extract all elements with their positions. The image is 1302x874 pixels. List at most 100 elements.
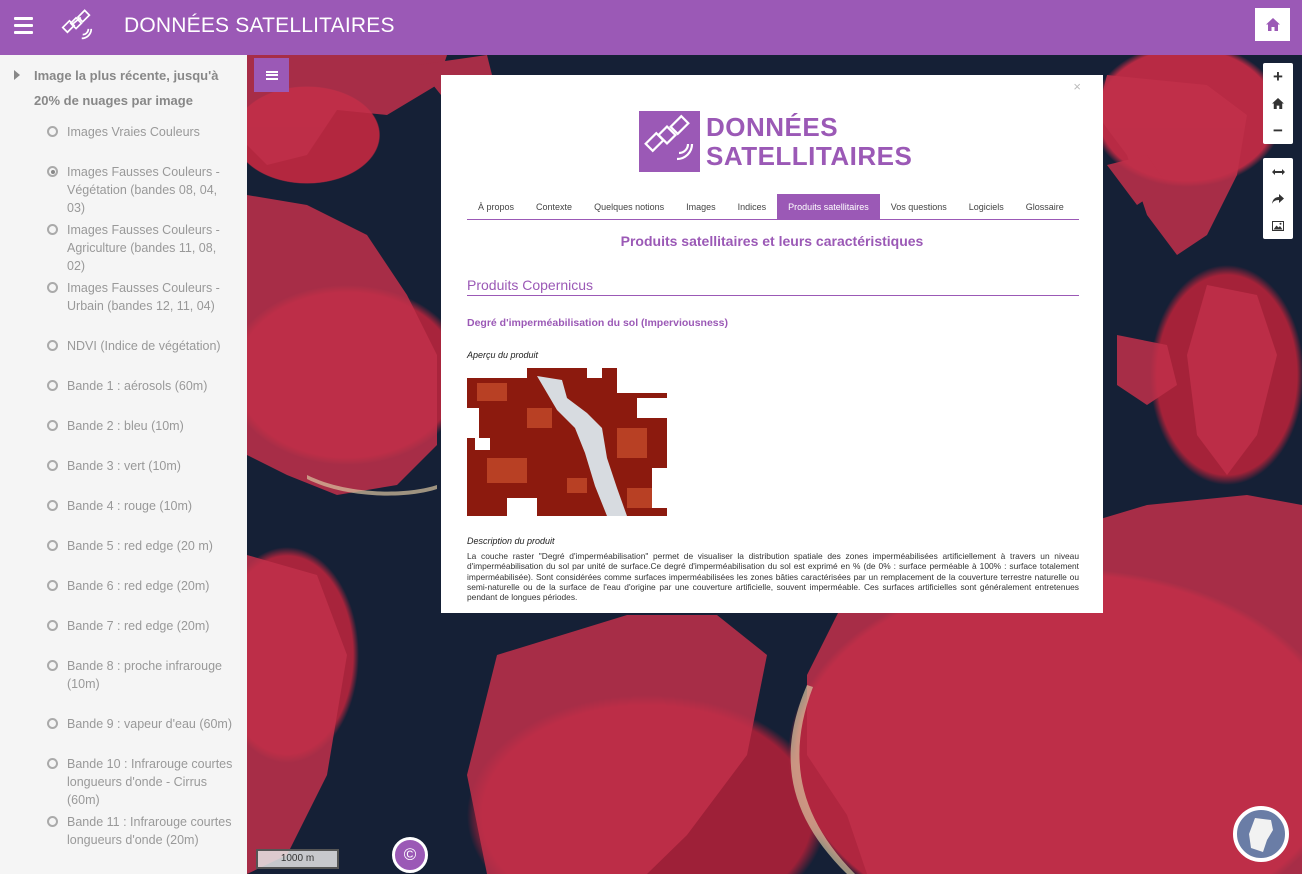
radio-icon[interactable] xyxy=(47,126,58,137)
product-preview-image xyxy=(467,368,667,516)
image-icon xyxy=(1272,220,1284,231)
radio-icon[interactable] xyxy=(47,340,58,351)
layer-sidebar: Image la plus récente, jusqu'à 20% de nu… xyxy=(0,55,247,874)
layer-group-header[interactable]: Image la plus récente, jusqu'à 20% de nu… xyxy=(0,55,247,113)
layer-item[interactable]: Images Fausses Couleurs - Végétation (ba… xyxy=(0,159,247,217)
layer-item[interactable]: NDVI (Indice de végétation) xyxy=(0,333,247,373)
layer-item[interactable]: Bande 8 : proche infrarouge (10m) xyxy=(0,653,247,711)
tab-0[interactable]: À propos xyxy=(467,194,525,219)
share-arrow-icon xyxy=(1272,193,1284,204)
tab-2[interactable]: Quelques notions xyxy=(583,194,675,219)
zoom-in-button[interactable]: + xyxy=(1263,63,1293,90)
zoom-home-button[interactable] xyxy=(1263,90,1293,117)
globe-icon xyxy=(1249,818,1273,852)
modal-heading: Produits satellitaires et leurs caractér… xyxy=(620,233,924,249)
layer-item-label: Bande 10 : Infrarouge courtes longueurs … xyxy=(67,757,233,807)
layer-item[interactable]: Images Fausses Couleurs - Urbain (bandes… xyxy=(0,275,247,333)
product-description: La couche raster "Degré d'imperméabilisa… xyxy=(467,551,1079,603)
map-tools-control xyxy=(1263,158,1293,239)
tab-8[interactable]: Glossaire xyxy=(1015,194,1075,219)
zoom-out-button[interactable]: − xyxy=(1263,117,1293,144)
scale-bar: 1000 m xyxy=(256,849,339,869)
layer-item-label: Bande 9 : vapeur d'eau (60m) xyxy=(67,717,232,731)
measure-distance-button[interactable] xyxy=(1263,158,1293,185)
modal-tabs: À propos Contexte Quelques notions Images In… xyxy=(467,194,1079,220)
list-icon xyxy=(265,69,278,81)
export-image-button[interactable] xyxy=(1263,212,1293,239)
radio-icon[interactable] xyxy=(47,500,58,511)
radio-icon[interactable] xyxy=(47,224,58,235)
layer-list: Images Vraies Couleurs Images Fausses Cou… xyxy=(0,113,247,867)
satellite-logo-icon xyxy=(639,111,700,172)
layer-item[interactable]: Bande 2 : bleu (10m) xyxy=(0,413,247,453)
layer-item[interactable]: Bande 9 : vapeur d'eau (60m) xyxy=(0,711,247,751)
radio-icon[interactable] xyxy=(47,460,58,471)
layer-item[interactable]: Bande 10 : Infrarouge courtes longueurs … xyxy=(0,751,247,809)
radio-icon[interactable] xyxy=(47,380,58,391)
layer-item-label: Bande 11 : Infrarouge courtes longueurs … xyxy=(67,815,232,847)
app-header: DONNÉES SATELLITAIRES xyxy=(0,0,1302,55)
layer-item-label: Bande 1 : aérosols (60m) xyxy=(67,379,208,393)
layer-item[interactable]: Bande 3 : vert (10m) xyxy=(0,453,247,493)
section-heading: Produits Copernicus xyxy=(467,277,1079,296)
layer-item-label: Images Fausses Couleurs - Végétation (ba… xyxy=(67,165,220,215)
double-arrow-icon xyxy=(1271,168,1285,175)
share-button[interactable] xyxy=(1263,185,1293,212)
tab-1[interactable]: Contexte xyxy=(525,194,583,219)
layer-item[interactable]: Images Fausses Couleurs - Agriculture (b… xyxy=(0,217,247,275)
satellite-icon xyxy=(61,9,93,40)
layer-item[interactable]: Bande 5 : red edge (20 m) xyxy=(0,533,247,573)
overview-map-button[interactable] xyxy=(1233,806,1289,862)
layer-item[interactable]: Bande 6 : red edge (20m) xyxy=(0,573,247,613)
brand-line-1: DONNÉES xyxy=(706,112,839,142)
menu-icon[interactable] xyxy=(14,17,33,34)
layer-item-label: Bande 6 : red edge (20m) xyxy=(67,579,210,593)
radio-icon[interactable] xyxy=(47,580,58,591)
layer-item[interactable]: Bande 11 : Infrarouge courtes longueurs … xyxy=(0,809,247,867)
radio-selected-icon[interactable] xyxy=(47,166,58,177)
radio-icon[interactable] xyxy=(47,816,58,827)
info-modal: × DONNÉES SATELLITAIRES À propos Contexte… xyxy=(441,75,1103,613)
layer-item[interactable]: Bande 7 : red edge (20m) xyxy=(0,613,247,653)
layer-item-label: Bande 4 : rouge (10m) xyxy=(67,499,193,513)
caret-right-icon xyxy=(14,70,20,80)
zoom-control: + − xyxy=(1263,63,1293,144)
tab-4[interactable]: Indices xyxy=(727,194,778,219)
layer-item-label: Images Vraies Couleurs xyxy=(67,125,200,139)
layer-item[interactable]: Bande 1 : aérosols (60m) xyxy=(0,373,247,413)
radio-icon[interactable] xyxy=(47,420,58,431)
layer-item[interactable]: Images Vraies Couleurs xyxy=(0,119,247,159)
app-title: DONNÉES SATELLITAIRES xyxy=(124,14,395,37)
layer-list-toggle-button[interactable] xyxy=(254,58,289,92)
home-icon xyxy=(1272,98,1284,109)
copyright-button[interactable]: © xyxy=(392,837,428,873)
close-button[interactable]: × xyxy=(1073,79,1081,94)
home-button[interactable] xyxy=(1255,8,1290,41)
tab-5[interactable]: Produits satellitaires xyxy=(777,194,880,219)
radio-icon[interactable] xyxy=(47,660,58,671)
layer-item-label: Bande 7 : red edge (20m) xyxy=(67,619,210,633)
layer-item-label: Bande 5 : red edge (20 m) xyxy=(67,539,213,553)
preview-label: Aperçu du produit xyxy=(467,350,539,360)
layer-group-label: Image la plus récente, jusqu'à 20% de nu… xyxy=(34,68,219,108)
tab-3[interactable]: Images xyxy=(675,194,727,219)
layer-item-label: Images Fausses Couleurs - Agriculture (b… xyxy=(67,223,220,273)
layer-item-label: Bande 3 : vert (10m) xyxy=(67,459,181,473)
radio-icon[interactable] xyxy=(47,620,58,631)
brand-line-2: SATELLITAIRES xyxy=(706,141,913,171)
tab-7[interactable]: Logiciels xyxy=(958,194,1015,219)
layer-item-label: Bande 2 : bleu (10m) xyxy=(67,419,184,433)
tab-6[interactable]: Vos questions xyxy=(880,194,958,219)
radio-icon[interactable] xyxy=(47,718,58,729)
layer-item-label: NDVI (Indice de végétation) xyxy=(67,339,221,353)
radio-icon[interactable] xyxy=(47,758,58,769)
description-label: Description du produit xyxy=(467,536,555,546)
radio-icon[interactable] xyxy=(47,540,58,551)
home-icon xyxy=(1265,18,1280,31)
layer-item[interactable]: Bande 4 : rouge (10m) xyxy=(0,493,247,533)
layer-item-label: Bande 8 : proche infrarouge (10m) xyxy=(67,659,222,691)
product-title: Degré d'imperméabilisation du sol (Imper… xyxy=(467,317,728,329)
radio-icon[interactable] xyxy=(47,282,58,293)
layer-item-label: Images Fausses Couleurs - Urbain (bandes… xyxy=(67,281,220,313)
brand-logo: DONNÉES SATELLITAIRES xyxy=(639,111,913,173)
